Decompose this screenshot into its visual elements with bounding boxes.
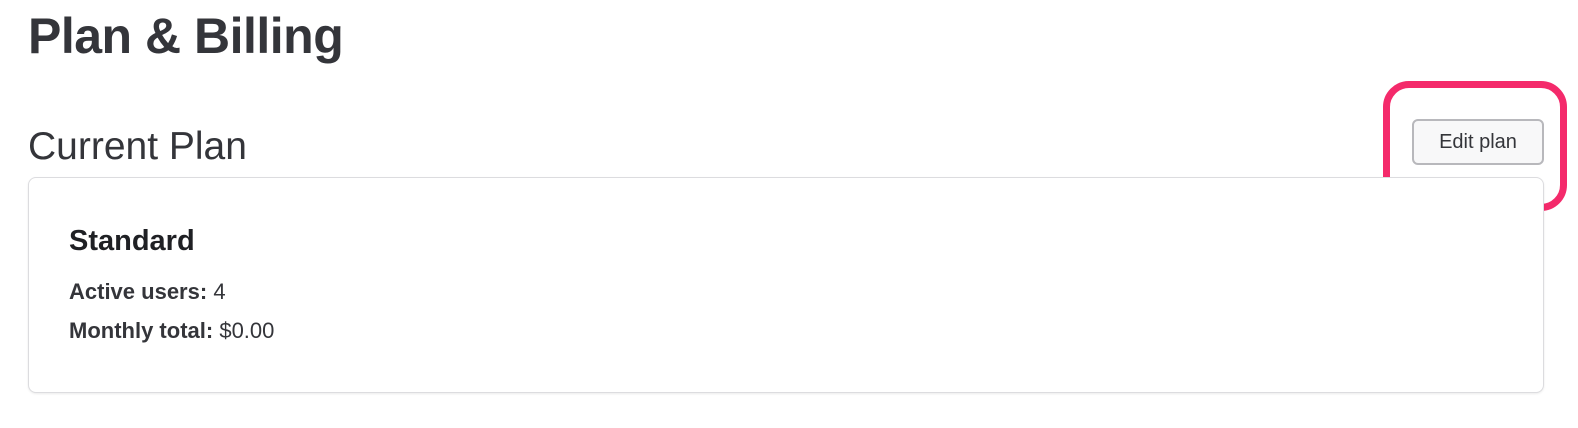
plan-name: Standard (69, 225, 195, 257)
active-users-row: Active users: 4 (69, 277, 226, 307)
monthly-total-row: Monthly total: $0.00 (69, 316, 274, 346)
plan-card: Standard Active users: 4 Monthly total: … (28, 177, 1544, 393)
current-plan-heading: Current Plan (28, 125, 247, 168)
active-users-value: 4 (213, 279, 226, 304)
monthly-total-value: $0.00 (219, 318, 275, 343)
monthly-total-label: Monthly total: (69, 318, 214, 343)
active-users-label: Active users: (69, 279, 208, 304)
edit-plan-button[interactable]: Edit plan (1412, 119, 1544, 165)
page-title: Plan & Billing (28, 8, 344, 64)
